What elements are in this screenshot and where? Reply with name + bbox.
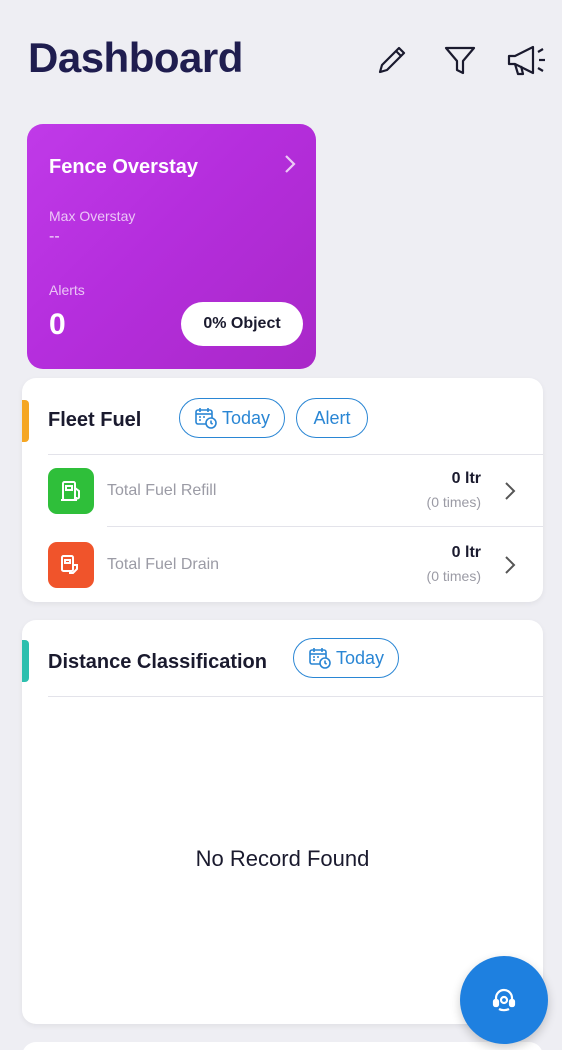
chevron-right-icon[interactable] — [281, 150, 299, 178]
support-fab-button[interactable] — [460, 956, 548, 1044]
chevron-right-icon — [503, 480, 517, 502]
alerts-value: 0 — [49, 308, 66, 341]
filter-icon[interactable] — [440, 40, 480, 80]
fleet-fuel-today-button[interactable]: Today — [179, 398, 285, 438]
alert-label: Alert — [313, 407, 351, 428]
calendar-clock-icon — [195, 408, 217, 429]
fuel-drain-value: 0 ltr — [451, 544, 481, 561]
megaphone-icon[interactable] — [505, 40, 553, 80]
dashboard-page: Dashboard Fence Overstay Max Overstay --… — [0, 0, 562, 1050]
alerts-label: Alerts — [49, 282, 85, 298]
chevron-right-icon — [503, 554, 517, 576]
distance-today-button[interactable]: Today — [293, 638, 399, 678]
fuel-drain-icon — [48, 542, 94, 588]
fence-overstay-card[interactable]: Fence Overstay Max Overstay -- Alerts 0 … — [27, 124, 316, 369]
fleet-fuel-alert-button[interactable]: Alert — [296, 398, 368, 438]
fleet-fuel-title: Fleet Fuel — [48, 409, 142, 431]
fuel-refill-times: (0 times) — [426, 494, 481, 510]
pencil-icon[interactable] — [372, 40, 412, 80]
support-agent-icon — [492, 988, 516, 1012]
divider — [107, 526, 543, 527]
fleet-fuel-accent — [22, 400, 29, 442]
no-record-text: No Record Found — [195, 846, 370, 871]
page-title: Dashboard — [28, 34, 243, 81]
today-label: Today — [221, 407, 271, 428]
fuel-pump-icon — [48, 468, 94, 514]
distance-classification-card: Distance Classification Today No Record … — [22, 620, 543, 1024]
object-percent-pill[interactable]: 0% Object — [181, 302, 303, 346]
next-card-peek — [22, 1042, 543, 1050]
today-label: Today — [335, 647, 385, 668]
divider — [48, 696, 543, 697]
fence-overstay-title: Fence Overstay — [49, 156, 198, 178]
fuel-drain-row[interactable]: Total Fuel Drain 0 ltr (0 times) — [22, 530, 543, 600]
fuel-refill-row[interactable]: Total Fuel Refill 0 ltr (0 times) — [22, 456, 543, 526]
fuel-drain-times: (0 times) — [426, 568, 481, 584]
calendar-clock-icon — [309, 648, 331, 669]
fuel-refill-label: Total Fuel Refill — [107, 482, 217, 499]
divider — [48, 454, 543, 455]
max-overstay-value: -- — [49, 228, 60, 245]
fuel-drain-label: Total Fuel Drain — [107, 556, 220, 573]
fleet-fuel-card: Fleet Fuel Today Alert Total Fuel Refill… — [22, 378, 543, 602]
distance-accent — [22, 640, 29, 682]
fuel-refill-value: 0 ltr — [451, 470, 481, 487]
distance-classification-title: Distance Classification — [48, 651, 267, 673]
header: Dashboard — [0, 0, 562, 110]
max-overstay-label: Max Overstay — [49, 208, 136, 224]
